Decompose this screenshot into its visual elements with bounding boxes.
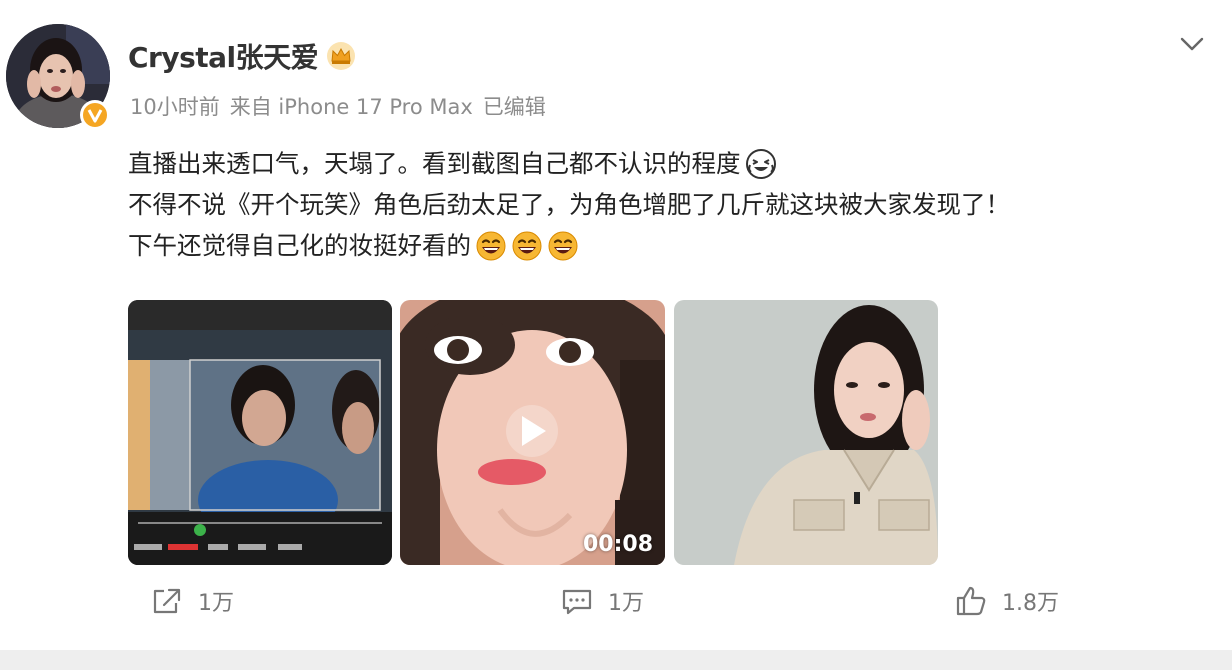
avatar[interactable] (6, 24, 110, 130)
post-time[interactable]: 10小时前 (130, 91, 220, 121)
like-button[interactable]: 1.8万 (954, 585, 1059, 617)
verified-badge-icon (80, 100, 110, 130)
post-actions: 1万 1万 1.8万 (0, 585, 1232, 629)
post-meta: 10小时前 来自 iPhone 17 Pro Max 已编辑 (130, 91, 546, 121)
comment-button[interactable]: 1万 (560, 585, 644, 617)
post-text-line: 不得不说《开个玩笑》角色后劲太足了，为角色增肥了几斤就这块被大家发现了！ (128, 190, 1010, 219)
media-video[interactable]: 00:08 (400, 300, 665, 565)
username[interactable]: Crystal张天爱 (128, 36, 319, 76)
post-text-line: 直播出来透口气，天塌了。看到截图自己都不认识的程度 (128, 143, 1218, 184)
crown-badge-icon[interactable] (326, 41, 356, 71)
grin-emoji (512, 231, 542, 260)
repost-icon (153, 588, 181, 614)
media-image-monitor-still[interactable] (128, 300, 392, 565)
media-image-portrait[interactable] (674, 300, 938, 565)
chevron-down-icon[interactable] (1178, 34, 1206, 54)
thumbs-up-icon (956, 586, 986, 616)
post-text-line: 下午还觉得自己化的妆挺好看的 (128, 225, 1218, 266)
comment-count: 1万 (608, 591, 644, 616)
weibo-post-card: Crystal张天爱 10小时前 来自 iPhone 17 Pro Max 已编… (0, 0, 1232, 650)
post-text: 直播出来透口气，天塌了。看到截图自己都不认识的程度 不得不说《开个玩笑》角色后劲… (128, 143, 1218, 266)
laugh-cry-emoji (745, 148, 776, 179)
post-source[interactable]: 来自 iPhone 17 Pro Max (230, 91, 473, 121)
edited-label[interactable]: 已编辑 (483, 91, 546, 121)
grin-emoji (476, 231, 506, 260)
grin-emoji (548, 231, 578, 260)
video-duration: 00:08 (582, 532, 653, 557)
repost-count: 1万 (198, 591, 234, 616)
repost-button[interactable]: 1万 (150, 585, 234, 617)
feed-divider (0, 650, 1232, 670)
like-count: 1.8万 (1002, 591, 1059, 616)
comment-icon (562, 589, 592, 615)
